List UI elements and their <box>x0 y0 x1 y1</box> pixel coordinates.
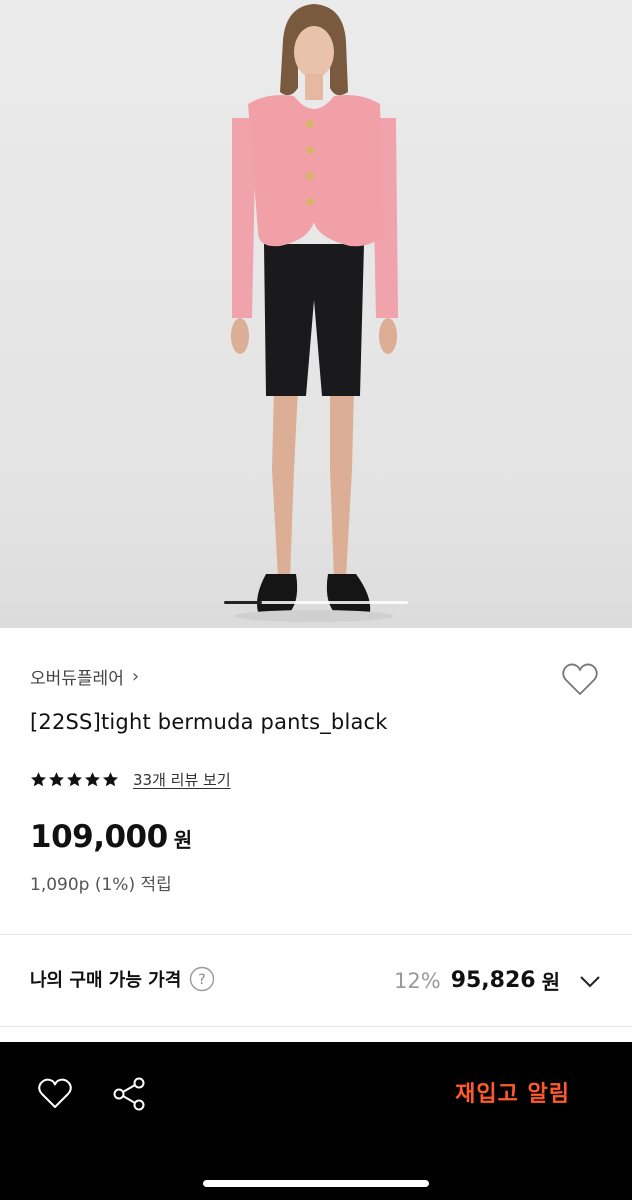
price-unit: 원 <box>173 828 193 852</box>
home-indicator <box>203 1180 429 1187</box>
star-icon <box>49 772 64 787</box>
heart-icon[interactable] <box>36 1075 74 1113</box>
bottom-action-bar <box>0 1042 632 1200</box>
share-icon[interactable] <box>110 1075 148 1113</box>
star-icon <box>103 772 118 787</box>
review-link[interactable]: 33개 리뷰 보기 <box>133 769 231 790</box>
star-icon <box>67 772 82 787</box>
brand-link[interactable]: 오버듀플레어 › <box>30 664 139 689</box>
product-title: [22SS]tight bermuda pants_black <box>30 710 388 734</box>
restock-alert-button[interactable]: 재입고 알림 <box>455 1076 570 1108</box>
price: 109,000 원 <box>30 819 192 855</box>
my-price-value: 95,826 <box>450 968 536 993</box>
my-price-unit: 원 <box>541 970 560 994</box>
heart-icon[interactable] <box>560 660 600 700</box>
my-price-label-row: 나의 구매 가능 가격 ? <box>30 966 215 992</box>
discount-rate: 12% <box>394 968 441 993</box>
star-rating <box>30 771 119 788</box>
divider <box>0 934 632 935</box>
svg-text:?: ? <box>199 972 206 988</box>
model-illustration <box>231 4 398 622</box>
product-image[interactable] <box>0 0 632 628</box>
points-text: 1,090p (1%) 적립 <box>30 875 172 895</box>
price-value: 109,000 <box>30 819 168 855</box>
divider <box>0 1026 632 1027</box>
brand-name: 오버듀플레어 <box>30 669 124 689</box>
rating-row: 33개 리뷰 보기 <box>30 769 231 790</box>
help-icon[interactable]: ? <box>189 966 215 992</box>
chevron-down-icon[interactable] <box>578 969 602 993</box>
star-icon <box>31 772 46 787</box>
carousel-indicator-active <box>224 601 262 604</box>
my-price-toggle[interactable]: 12% 95,826 원 <box>394 966 602 995</box>
my-price-label: 나의 구매 가능 가격 <box>30 970 182 991</box>
carousel-indicator <box>224 601 408 604</box>
chevron-right-icon: › <box>131 666 140 687</box>
star-icon <box>85 772 100 787</box>
